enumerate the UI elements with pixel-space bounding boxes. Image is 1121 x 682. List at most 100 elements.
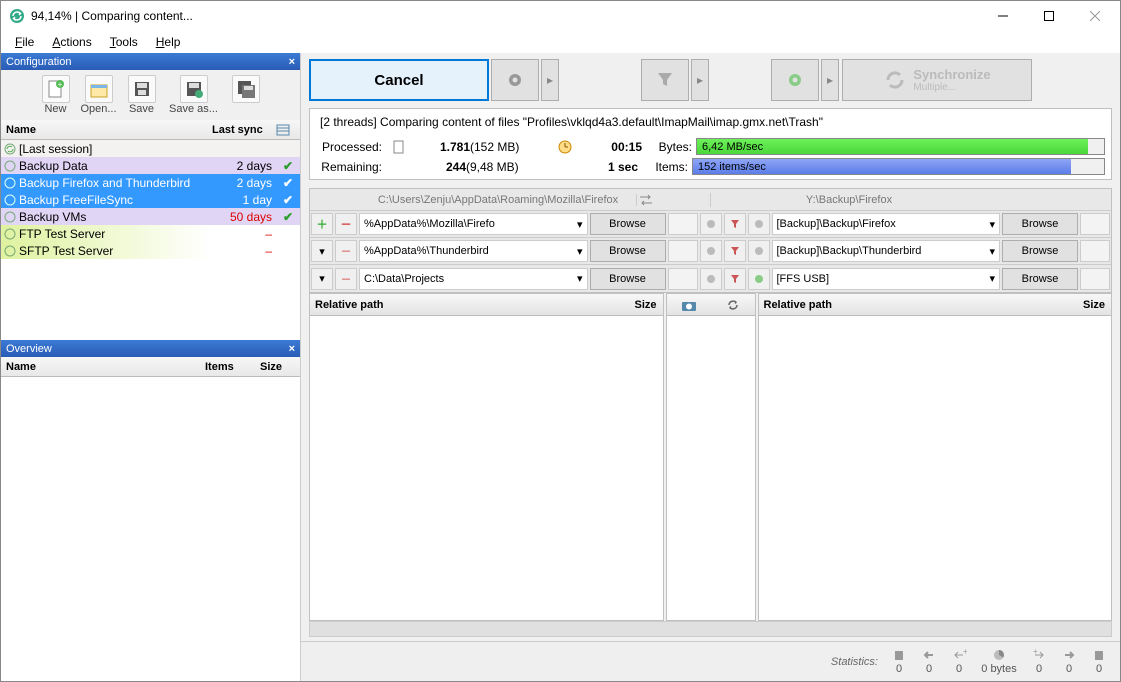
status-message: [2 threads] Comparing content of files "… (316, 113, 1105, 135)
refresh-icon[interactable] (725, 298, 741, 312)
refresh-icon (4, 228, 16, 240)
left-path-input[interactable]: %AppData%\Thunderbird▾ (359, 240, 588, 262)
cancel-button[interactable]: Cancel (309, 59, 489, 101)
right-path-input[interactable]: [FFS USB]▾ (772, 268, 1001, 290)
svg-text:+: + (57, 80, 62, 89)
pair-compare-settings[interactable] (700, 213, 722, 235)
config-row-last-session[interactable]: [Last session] (1, 140, 300, 157)
filter-dropdown[interactable]: ▸ (691, 59, 709, 101)
pair-sync-settings[interactable] (748, 213, 770, 235)
config-row-backup-data[interactable]: Backup Data2 days✔ (1, 157, 300, 174)
config-close-icon[interactable]: × (289, 56, 295, 68)
menu-actions[interactable]: Actions (44, 33, 99, 51)
items-label: Items: (644, 160, 688, 174)
right-path-input[interactable]: [Backup]\Backup\Thunderbird▾ (772, 240, 1001, 262)
browse-right-button[interactable]: Browse (1002, 240, 1078, 262)
col-relpath-right[interactable]: Relative path (759, 299, 1056, 311)
filter-button[interactable] (641, 59, 689, 101)
folder-pair-row: ＋ － %AppData%\Mozilla\Firefo▾ Browse [Ba… (310, 211, 1111, 238)
items-progress: 152 items/sec (692, 158, 1105, 175)
camera-icon[interactable] (681, 298, 697, 312)
stat-update-right: 0 (1054, 648, 1084, 675)
overview-col-name[interactable]: Name (1, 361, 205, 373)
browse-right-button[interactable]: Browse (1002, 268, 1078, 290)
svg-text:+: + (963, 648, 967, 656)
pair-compare-settings[interactable] (700, 240, 722, 262)
pair-sync-settings[interactable] (748, 240, 770, 262)
app-icon (9, 8, 25, 24)
menu-help[interactable]: Help (148, 33, 189, 51)
config-toolbar: +New Open... Save Save as... (1, 70, 300, 120)
new-button[interactable]: +New (35, 73, 77, 117)
browse-left-button[interactable]: Browse (590, 213, 666, 235)
save-button[interactable]: Save (121, 73, 163, 117)
pair-filter[interactable] (724, 240, 746, 262)
col-relpath-left[interactable]: Relative path (310, 299, 607, 311)
fp-header-left: C:\Users\Zenju\AppData\Roaming\Mozilla\F… (360, 194, 637, 206)
compare-settings-button[interactable] (491, 59, 539, 101)
minimize-button[interactable] (980, 2, 1026, 30)
config-row-sftp-test[interactable]: SFTP Test Server– (1, 242, 300, 259)
save-batch-button[interactable] (225, 73, 267, 117)
left-grid[interactable]: Relative pathSize (309, 293, 664, 621)
config-row-backup-freefilesync[interactable]: Backup FreeFileSync1 day✔ (1, 191, 300, 208)
right-path-input[interactable]: [Backup]\Backup\Firefox▾ (772, 213, 1001, 235)
config-row-backup-firefox-thunderbird[interactable]: Backup Firefox and Thunderbird2 days✔ (1, 174, 300, 191)
cloud-right-button[interactable] (1080, 268, 1110, 290)
arrow-right-icon (1061, 648, 1077, 662)
cloud-right-button[interactable] (1080, 213, 1110, 235)
swap-button[interactable] (637, 193, 711, 207)
col-size-left[interactable]: Size (607, 299, 663, 311)
expand-button[interactable]: ▾ (311, 268, 333, 290)
overview-col-items[interactable]: Items (205, 361, 260, 373)
sync-settings-button[interactable] (771, 59, 819, 101)
left-path-input[interactable]: %AppData%\Mozilla\Firefo▾ (359, 213, 588, 235)
left-path-input[interactable]: C:\Data\Projects▾ (359, 268, 588, 290)
pair-filter[interactable] (724, 268, 746, 290)
horizontal-scrollbar[interactable] (309, 621, 1112, 637)
open-button[interactable]: Open... (78, 73, 120, 117)
remaining-count: 244 (406, 160, 466, 174)
config-row-ftp-test[interactable]: FTP Test Server– (1, 225, 300, 242)
pie-icon (991, 648, 1007, 662)
remove-pair-button[interactable]: － (335, 213, 357, 235)
config-row-backup-vms[interactable]: Backup VMs50 days✔ (1, 208, 300, 225)
overview-body (1, 377, 300, 681)
overview-col-size[interactable]: Size (260, 361, 300, 373)
middle-grid[interactable] (666, 293, 756, 621)
overview-close-icon[interactable]: × (289, 343, 295, 355)
cloud-left-button[interactable] (668, 268, 698, 290)
cloud-right-button[interactable] (1080, 240, 1110, 262)
config-list[interactable]: [Last session] Backup Data2 days✔ Backup… (1, 140, 300, 340)
browse-right-button[interactable]: Browse (1002, 213, 1078, 235)
left-pane: Configuration × +New Open... Save Save a… (1, 53, 301, 681)
menu-file[interactable]: File (7, 33, 42, 51)
maximize-button[interactable] (1026, 2, 1072, 30)
pair-compare-settings[interactable] (700, 268, 722, 290)
top-controls: Cancel ▸ ▸ ▸ SynchronizeMultiple... (301, 58, 1120, 102)
save-as-button[interactable]: Save as... (164, 73, 224, 117)
cloud-left-button[interactable] (668, 240, 698, 262)
overview-title: Overview (6, 343, 52, 355)
stat-update-left: 0 (914, 648, 944, 675)
bytes-progress: 6,42 MB/sec (696, 138, 1105, 155)
browse-left-button[interactable]: Browse (590, 240, 666, 262)
cloud-left-button[interactable] (668, 213, 698, 235)
col-size-right[interactable]: Size (1055, 299, 1111, 311)
pair-sync-settings[interactable] (748, 268, 770, 290)
col-last-sync[interactable]: Last sync (212, 124, 276, 136)
col-view-button[interactable] (276, 123, 300, 137)
expand-button[interactable]: ▾ (311, 240, 333, 262)
close-button[interactable] (1072, 2, 1118, 30)
compare-grids: Relative pathSize Relative pathSize (309, 293, 1112, 621)
pair-filter[interactable] (724, 213, 746, 235)
compare-dropdown[interactable]: ▸ (541, 59, 559, 101)
browse-left-button[interactable]: Browse (590, 268, 666, 290)
col-name[interactable]: Name (1, 124, 212, 136)
add-pair-button[interactable]: ＋ (311, 213, 333, 235)
remove-pair-button[interactable]: － (335, 268, 357, 290)
menu-tools[interactable]: Tools (102, 33, 146, 51)
sync-settings-dropdown[interactable]: ▸ (821, 59, 839, 101)
remove-pair-button[interactable]: － (335, 240, 357, 262)
right-grid[interactable]: Relative pathSize (758, 293, 1113, 621)
